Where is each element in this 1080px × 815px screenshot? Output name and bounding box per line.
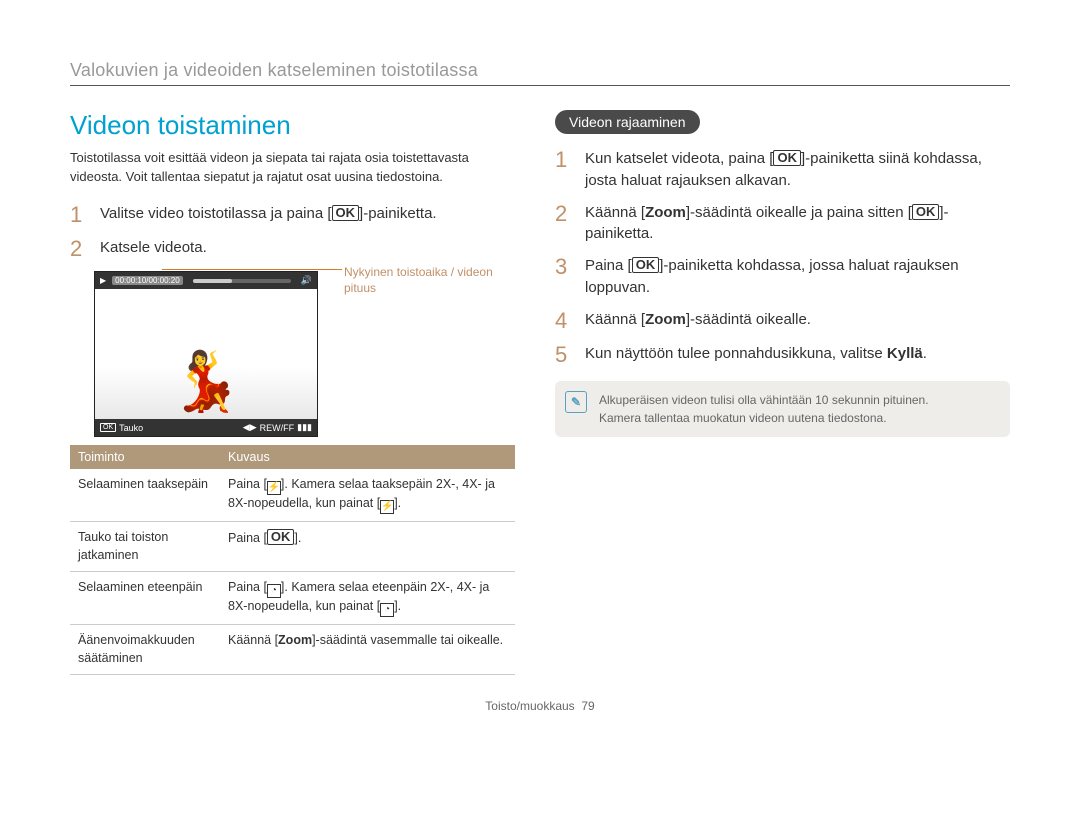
- functions-table: Toiminto Kuvaus Selaaminen taaksepäin Pa…: [70, 445, 515, 675]
- dancer-icon: 💃: [170, 353, 242, 411]
- pause-label: Tauko: [119, 423, 143, 433]
- timer-icon: ◔: [267, 584, 281, 598]
- table-row: Selaaminen taaksepäin Paina [⚡]. Kamera …: [70, 469, 515, 522]
- step-number: 1: [555, 148, 575, 192]
- step-number: 1: [70, 203, 90, 227]
- table-header: Kuvaus: [220, 445, 515, 469]
- ok-icon: OK: [773, 150, 801, 166]
- note-line: Alkuperäisen videon tulisi olla vähintää…: [599, 391, 996, 409]
- progress-bar: [193, 279, 291, 283]
- flash-icon: ⚡: [267, 481, 281, 495]
- ok-icon: OK: [912, 204, 940, 220]
- step-text: Katsele videota.: [100, 237, 207, 261]
- note-box: ✎ Alkuperäisen videon tulisi olla vähint…: [555, 381, 1010, 437]
- note-line: Kamera tallentaa muokatun videon uutena …: [599, 409, 996, 427]
- ok-icon: OK: [100, 423, 116, 432]
- video-mockup: Nykyinen toistoaika / videon pituus ▶ 00…: [94, 271, 515, 437]
- page-footer: Toisto/muokkaus 79: [70, 699, 1010, 713]
- note-icon: ✎: [565, 391, 587, 413]
- rewff-icon: ◀▶: [243, 422, 257, 433]
- timer-icon: ◔: [380, 603, 394, 617]
- rewff-label: REW/FF: [260, 423, 295, 433]
- step-text: Käännä [Zoom]-säädintä oikealle ja paina…: [585, 202, 1010, 246]
- ok-icon: OK: [632, 257, 660, 273]
- subsection-pill: Videon rajaaminen: [555, 110, 700, 134]
- step-number: 3: [555, 255, 575, 299]
- table-row: Tauko tai toiston jatkaminen Paina [OK].: [70, 522, 515, 572]
- step-number: 2: [70, 237, 90, 261]
- step-text: Paina [OK]-painiketta kohdassa, jossa ha…: [585, 255, 1010, 299]
- table-header: Toiminto: [70, 445, 220, 469]
- step-text: Käännä [Zoom]-säädintä oikealle.: [585, 309, 811, 333]
- breadcrumb: Valokuvien ja videoiden katseleminen toi…: [70, 60, 1010, 81]
- section-title: Videon toistaminen: [70, 110, 515, 141]
- volume-icon: 🔊: [301, 275, 312, 286]
- step-number: 2: [555, 202, 575, 246]
- play-icon: ▶: [100, 276, 106, 285]
- step-text: Kun katselet videota, paina [OK]-painike…: [585, 148, 1010, 192]
- battery-icon: ▮▮▮: [297, 422, 312, 433]
- video-time: 00:00:10/00:00:20: [112, 276, 183, 285]
- flash-icon: ⚡: [380, 500, 394, 514]
- table-row: Äänenvoimakkuuden säätäminen Käännä [Zoo…: [70, 625, 515, 675]
- ok-icon: OK: [332, 205, 360, 221]
- ok-icon: OK: [267, 529, 295, 545]
- step-number: 4: [555, 309, 575, 333]
- step-number: 5: [555, 343, 575, 367]
- intro-text: Toistotilassa voit esittää videon ja sie…: [70, 149, 515, 187]
- header-rule: [70, 85, 1010, 86]
- table-row: Selaaminen eteenpäin Paina [◔]. Kamera s…: [70, 572, 515, 625]
- step-text: Valitse video toistotilassa ja paina [OK…: [100, 203, 437, 227]
- video-caption: Nykyinen toistoaika / videon pituus: [344, 265, 514, 296]
- step-text: Kun näyttöön tulee ponnahdusikkuna, vali…: [585, 343, 927, 367]
